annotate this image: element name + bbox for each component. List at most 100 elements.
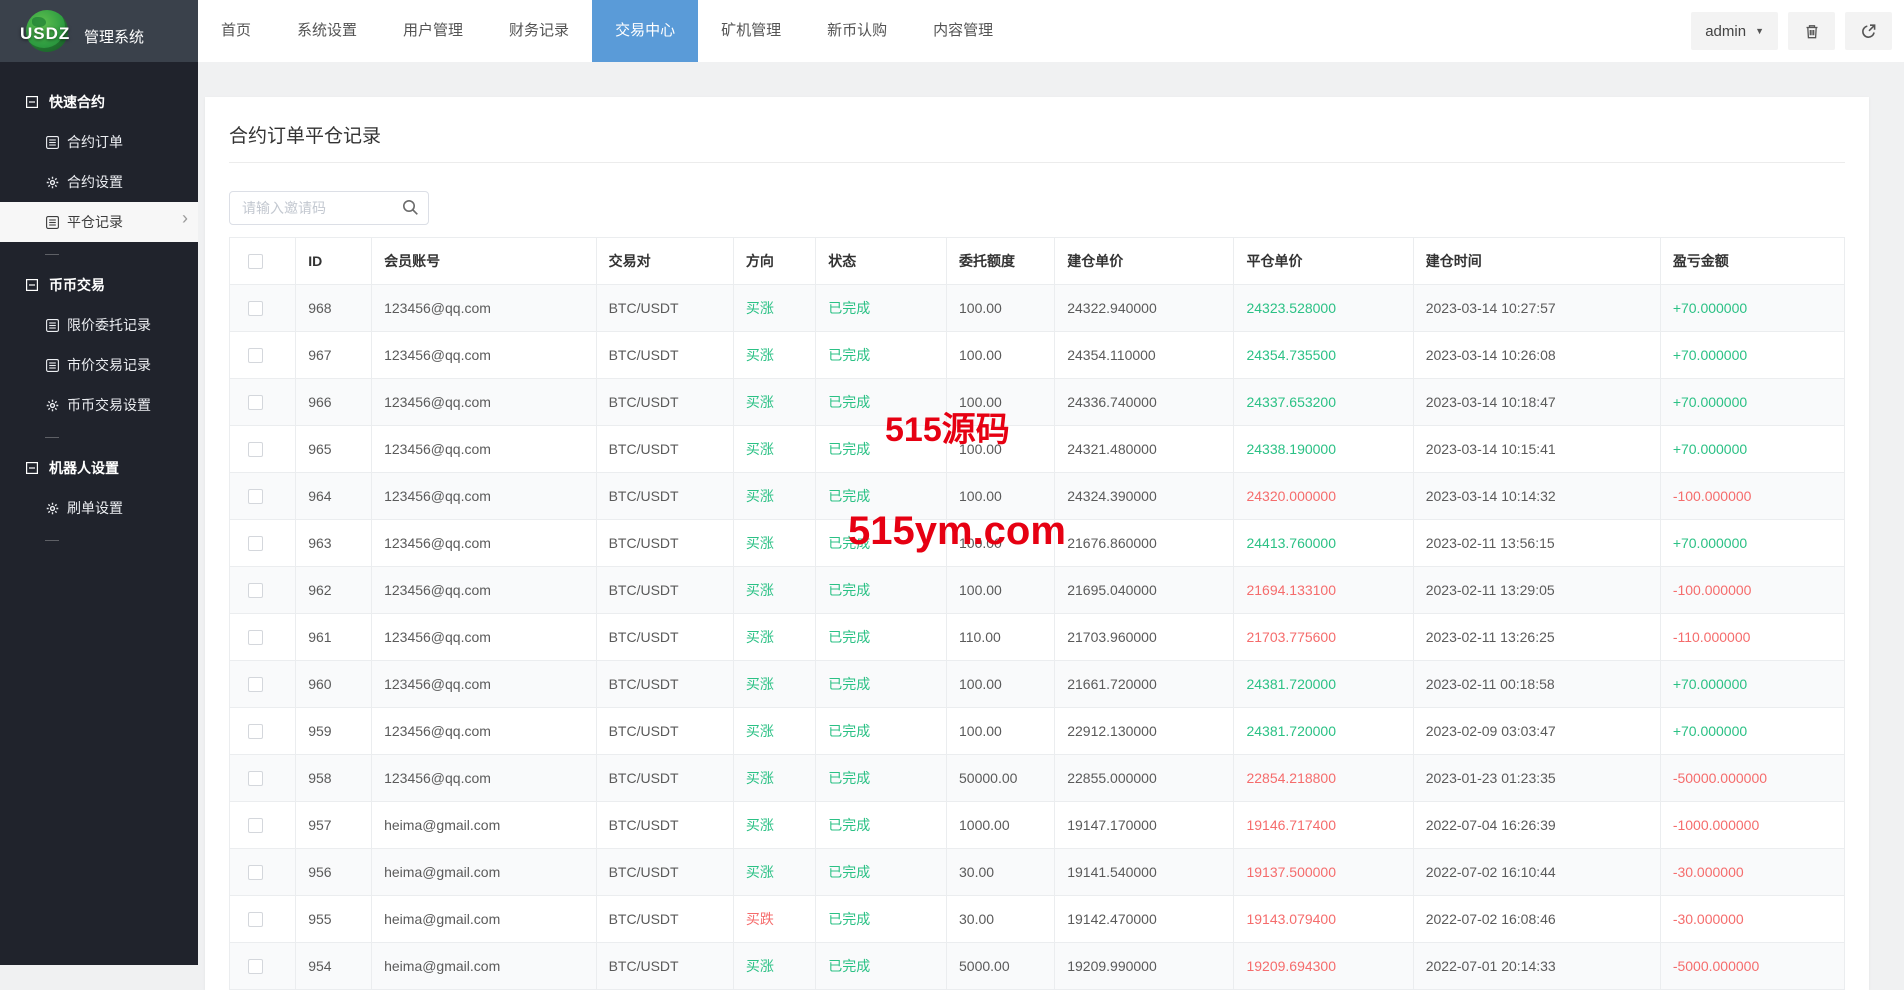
cell-amount: 110.00 [946,613,1056,661]
main-area: 合约订单平仓记录 ID会员账号交易对方向状态委托额度建仓单价平仓单价建仓时间盈亏… [198,62,1904,990]
cell-pair: BTC/USDT [595,707,734,755]
table-row: 962 123456@qq.com BTC/USDT 买涨 已完成 100.00 21695… [228,566,1846,614]
row-checkbox[interactable] [248,536,263,552]
row-checkbox[interactable] [248,348,263,364]
cell-checkbox [228,754,297,802]
sidebar-group-header-2[interactable]: 币币交易 [0,259,198,305]
row-checkbox[interactable] [248,677,263,693]
sidebar-item[interactable]: 币币交易设置 [0,385,198,425]
cell-close-price: 19143.079400 [1233,895,1414,943]
cell-checkbox [228,519,297,567]
cell-direction: 买涨 [732,378,817,426]
cell-id: 968 [295,284,373,332]
row-checkbox[interactable] [248,724,263,740]
sidebar-item[interactable]: 市价交易记录 [0,345,198,385]
admin-menu-button[interactable]: admin ▼ [1691,12,1778,50]
column-header: ID [295,237,373,285]
logo-suffix: 管理系统 [84,29,145,46]
cell-checkbox [228,895,297,943]
nav-tab-8[interactable]: 内容管理 [910,0,1016,62]
title-divider [229,162,1845,163]
table-row: 961 123456@qq.com BTC/USDT 买涨 已完成 110.00 21703… [228,613,1846,661]
sidebar-item[interactable]: 平仓记录 › [0,202,198,242]
table-row: 968 123456@qq.com BTC/USDT 买涨 已完成 100.00 24322… [228,284,1846,332]
cell-account: 123456@qq.com [371,284,597,332]
sidebar-item-label: 币币交易设置 [67,397,151,413]
cell-open-price: 19141.540000 [1054,848,1235,896]
row-checkbox[interactable] [248,865,263,881]
cell-open-price: 22912.130000 [1054,707,1235,755]
cell-pair: BTC/USDT [595,848,734,896]
cell-pnl: -100.000000 [1659,566,1846,614]
caret-down-icon: ▼ [1755,26,1764,36]
nav-tab-5[interactable]: 交易中心 [592,0,699,62]
row-checkbox[interactable] [248,583,263,599]
row-checkbox[interactable] [248,959,263,975]
cell-amount: 5000.00 [946,942,1056,990]
nav-tab-4[interactable]: 财务记录 [486,0,592,62]
row-checkbox[interactable] [248,301,263,317]
cell-status: 已完成 [815,378,948,426]
cell-amount: 100.00 [946,707,1056,755]
cell-close-price: 24354.735500 [1233,331,1414,379]
cell-close-price: 24413.760000 [1233,519,1414,567]
nav-tab-7[interactable]: 新币认购 [804,0,910,62]
sidebar-group-header-1[interactable]: 快速合约 [0,76,198,122]
cell-id: 955 [295,895,373,943]
cell-open-time: 2023-02-11 13:56:15 [1412,519,1661,567]
sidebar-item[interactable]: 限价委托记录 [0,305,198,345]
sidebar-divider [45,540,59,541]
row-checkbox[interactable] [248,818,263,834]
cell-account: 123456@qq.com [371,425,597,473]
sidebar-group-header-3[interactable]: 机器人设置 [0,442,198,488]
cell-direction: 买涨 [732,472,817,520]
cell-open-time: 2023-01-23 01:23:35 [1412,754,1661,802]
select-all-checkbox[interactable] [248,254,263,270]
cell-pair: BTC/USDT [595,331,734,379]
clear-cache-button[interactable] [1788,12,1835,50]
search-icon[interactable] [402,199,419,221]
row-checkbox[interactable] [248,442,263,458]
table-header-row: ID 会员账号 交易对 方向 状态 委托额度 建仓单价 平仓单价 建仓时间 盈亏金额 [228,237,1846,285]
search-input[interactable] [229,191,429,225]
row-checkbox[interactable] [248,771,263,787]
cell-pair: BTC/USDT [595,801,734,849]
cell-account: 123456@qq.com [371,331,597,379]
cell-open-price: 19142.470000 [1054,895,1235,943]
cell-open-price: 21695.040000 [1054,566,1235,614]
cell-pnl: +70.000000 [1659,331,1846,379]
sidebar-divider [45,437,59,438]
cell-status: 已完成 [815,707,948,755]
cell-checkbox [228,848,297,896]
nav-tab-6[interactable]: 矿机管理 [698,0,804,62]
column-header: 建仓时间 [1412,237,1661,285]
cell-id: 961 [295,613,373,661]
cell-pair: BTC/USDT [595,895,734,943]
table-row: 965 123456@qq.com BTC/USDT 买涨 已完成 100.00 24321… [228,425,1846,473]
row-checkbox[interactable] [248,912,263,928]
cell-amount: 1000.00 [946,801,1056,849]
nav-tab-1[interactable]: 首页 [198,0,274,62]
sidebar-item[interactable]: 合约设置 [0,162,198,202]
sidebar-divider [45,254,59,255]
sidebar-menu: 快速合约 合约订单 合约设置 平仓记录 › 币币交易 限价委托记录 市价交易记录币币交易设置机… [0,62,198,541]
column-header: 状态 [815,237,948,285]
cell-open-price: 21676.860000 [1054,519,1235,567]
row-checkbox[interactable] [248,630,263,646]
cell-checkbox [228,331,297,379]
column-header: 委托额度 [946,237,1056,285]
sidebar-item[interactable]: 合约订单 [0,122,198,162]
sidebar-item[interactable]: 刷单设置 [0,488,198,528]
cell-direction: 买涨 [732,754,817,802]
cell-amount: 100.00 [946,566,1056,614]
list-icon [46,318,59,332]
nav-tab-3[interactable]: 用户管理 [380,0,486,62]
cell-open-time: 2023-02-11 13:26:25 [1412,613,1661,661]
cell-checkbox [228,566,297,614]
nav-tab-2[interactable]: 系统设置 [274,0,380,62]
cell-pair: BTC/USDT [595,284,734,332]
row-checkbox[interactable] [248,395,263,411]
logout-button[interactable] [1845,12,1892,50]
row-checkbox[interactable] [248,489,263,505]
logo-text: USDZ [20,24,71,43]
